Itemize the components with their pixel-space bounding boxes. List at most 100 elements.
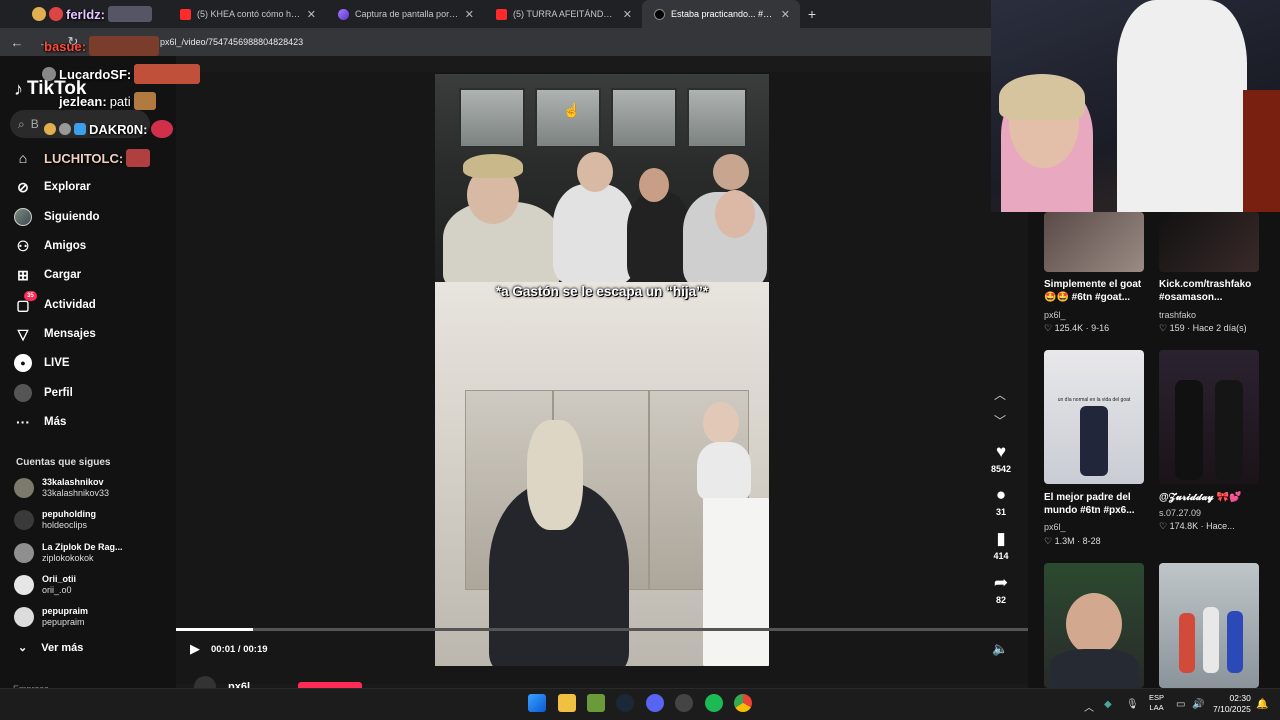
see-more-button[interactable]: ⌄ Ver más xyxy=(18,641,84,655)
chat-message: LucardoSF: xyxy=(42,64,201,84)
close-icon[interactable]: ✕ xyxy=(465,8,474,21)
nav-mas[interactable]: ··· Más xyxy=(14,411,66,433)
following-account[interactable]: pepuholding holdeoclips xyxy=(14,509,96,531)
discord-icon[interactable] xyxy=(646,694,664,712)
volume-icon[interactable]: 🔈 xyxy=(992,641,1008,657)
scene-person xyxy=(1050,649,1138,688)
system-clock[interactable]: 02:30 7/10/2025 xyxy=(1213,693,1251,715)
nav-label: Siguiendo xyxy=(44,211,100,223)
share-count: 82 xyxy=(995,595,1006,605)
progress-track[interactable] xyxy=(176,628,1028,631)
app-icon[interactable] xyxy=(587,694,605,712)
video-thumbnail[interactable] xyxy=(1159,212,1259,272)
scene-hair xyxy=(463,154,523,178)
windows-start-icon[interactable] xyxy=(528,694,546,712)
comment-count: 31 xyxy=(995,507,1006,517)
new-tab-button[interactable]: + xyxy=(800,0,824,28)
nav-perfil[interactable]: Perfil xyxy=(14,382,73,404)
scene-person xyxy=(627,192,691,284)
nav-amigos[interactable]: ⚇ Amigos xyxy=(14,235,86,257)
video-title[interactable]: Simplemente el goat 🤩🤩 #6tn #goat... xyxy=(1044,278,1154,304)
like-count: 8542 xyxy=(990,464,1012,474)
back-icon[interactable]: ← xyxy=(8,35,26,50)
scene-person xyxy=(1227,611,1243,673)
video-thumbnail[interactable] xyxy=(1159,563,1259,688)
like-button[interactable]: ♥ 8542 xyxy=(984,442,1018,474)
streamer-webcam xyxy=(991,0,1280,212)
avatar xyxy=(14,510,34,530)
home-icon: ⌂ xyxy=(18,150,28,166)
badge-icon xyxy=(32,7,46,21)
see-more-label: Ver más xyxy=(41,641,84,654)
chevron-up-icon[interactable]: ︿ xyxy=(994,386,1006,403)
video-title[interactable]: @𝓩𝓾𝓻𝓲𝓭𝓭𝓪𝔂 🎀💕 xyxy=(1159,491,1271,504)
nav-label: Más xyxy=(44,416,67,428)
comment-button[interactable]: ● 31 xyxy=(984,485,1018,517)
account-name: pepupraim xyxy=(42,606,89,616)
tab-lightshot[interactable]: Captura de pantalla por Lightsh ✕ xyxy=(326,0,484,28)
microphone-icon[interactable]: 🎙 xyxy=(1126,699,1139,710)
following-account[interactable]: pepupraim pepupraim xyxy=(14,606,88,628)
nav-siguiendo[interactable]: Siguiendo xyxy=(14,206,100,228)
video-thumbnail[interactable]: un día normal en la vida del goat xyxy=(1044,350,1144,484)
account-handle: pepupraim xyxy=(42,617,85,627)
search-placeholder: B xyxy=(30,117,39,131)
network-icon[interactable]: ▭ xyxy=(1176,699,1185,710)
tab-youtube-turra[interactable]: (5) TURRA AFEITÁNDOSE EL BIG ✕ xyxy=(484,0,642,28)
spotify-icon[interactable] xyxy=(705,694,723,712)
nav-home[interactable]: ⌂ xyxy=(14,147,32,169)
folder-icon[interactable] xyxy=(558,694,576,712)
video-title[interactable]: Kick.com/trashfako #osamason... xyxy=(1159,278,1271,304)
following-account[interactable]: 33kalashnikov 33kalashnikov33 xyxy=(14,477,109,499)
tiktok-note-icon: ♪ xyxy=(14,78,23,99)
close-icon[interactable]: ✕ xyxy=(307,8,316,21)
close-icon[interactable]: ✕ xyxy=(623,8,632,21)
save-button[interactable]: ▮ 414 xyxy=(984,529,1018,561)
tab-tiktok-active[interactable]: Estaba practicando... #px6 #6tn ✕ xyxy=(642,0,800,28)
app-icon[interactable] xyxy=(675,694,693,712)
video-author[interactable]: px6l_ xyxy=(1044,522,1066,532)
emote-icon xyxy=(133,92,156,110)
notification-icon[interactable]: 🔔 xyxy=(1256,699,1268,710)
video-thumbnail[interactable] xyxy=(1044,563,1144,688)
video-author[interactable]: s.07.27.09 xyxy=(1159,508,1201,518)
video-frame[interactable]: *a Gastón se le escapa un “hija”* xyxy=(435,74,769,666)
url-field[interactable]: px6l_/video/7547456988804828423 xyxy=(160,37,303,47)
nav-cargar[interactable]: ⊞ Cargar xyxy=(14,264,81,286)
scene-head xyxy=(577,152,613,192)
close-icon[interactable]: ✕ xyxy=(781,8,790,21)
following-account[interactable]: La Ziplok De Rag... ziplokokokok xyxy=(14,542,123,564)
chat-message: basue: xyxy=(44,36,159,56)
chrome-icon[interactable] xyxy=(734,694,752,712)
volume-icon[interactable]: 🔊 xyxy=(1192,699,1204,710)
chevron-down-icon[interactable]: ﹀ xyxy=(994,412,1006,429)
badge-icon xyxy=(74,123,86,135)
chevron-up-icon[interactable]: ︿ xyxy=(1084,699,1094,714)
video-meta: ♡ 1.3M · 8-28 xyxy=(1044,536,1101,546)
video-thumbnail[interactable] xyxy=(1044,212,1144,272)
video-title[interactable]: El mejor padre del mundo #6tn #px6... xyxy=(1044,491,1156,517)
tab-label: Estaba practicando... #px6 #6tn xyxy=(671,9,775,19)
clock-time: 02:30 xyxy=(1229,693,1251,703)
account-handle: holdeoclips xyxy=(42,520,88,530)
steam-icon[interactable] xyxy=(616,694,634,712)
activity-icon: ▢ 35 xyxy=(14,291,37,314)
nav-actividad[interactable]: ▢ 35 Actividad xyxy=(14,291,96,316)
tab-youtube-khea[interactable]: (5) KHEA contó cómo hizo su h ✕ xyxy=(168,0,326,28)
language-indicator[interactable]: ESP LAA xyxy=(1149,693,1164,713)
nav-explorar[interactable]: ⊘ Explorar xyxy=(14,176,91,198)
nav-live[interactable]: ● LIVE xyxy=(14,352,70,374)
friends-icon: ⚇ xyxy=(16,237,30,254)
nav-mensajes[interactable]: ▽ Mensajes xyxy=(14,323,96,345)
video-thumbnail[interactable] xyxy=(1159,350,1259,484)
more-icon: ··· xyxy=(16,414,30,430)
chevron-down-icon: ⌄ xyxy=(18,642,28,654)
account-name: 33kalashnikov xyxy=(42,477,104,487)
following-account[interactable]: Orii_otii orii_.o0 xyxy=(14,574,76,596)
share-button[interactable]: ➦ 82 xyxy=(984,573,1018,605)
video-author[interactable]: trashfako xyxy=(1159,310,1196,320)
tray-app-icon[interactable]: ◆ xyxy=(1104,699,1112,710)
video-author[interactable]: px6l_ xyxy=(1044,310,1066,320)
badge-icon xyxy=(44,123,56,135)
play-button[interactable]: ▶ xyxy=(190,641,200,657)
